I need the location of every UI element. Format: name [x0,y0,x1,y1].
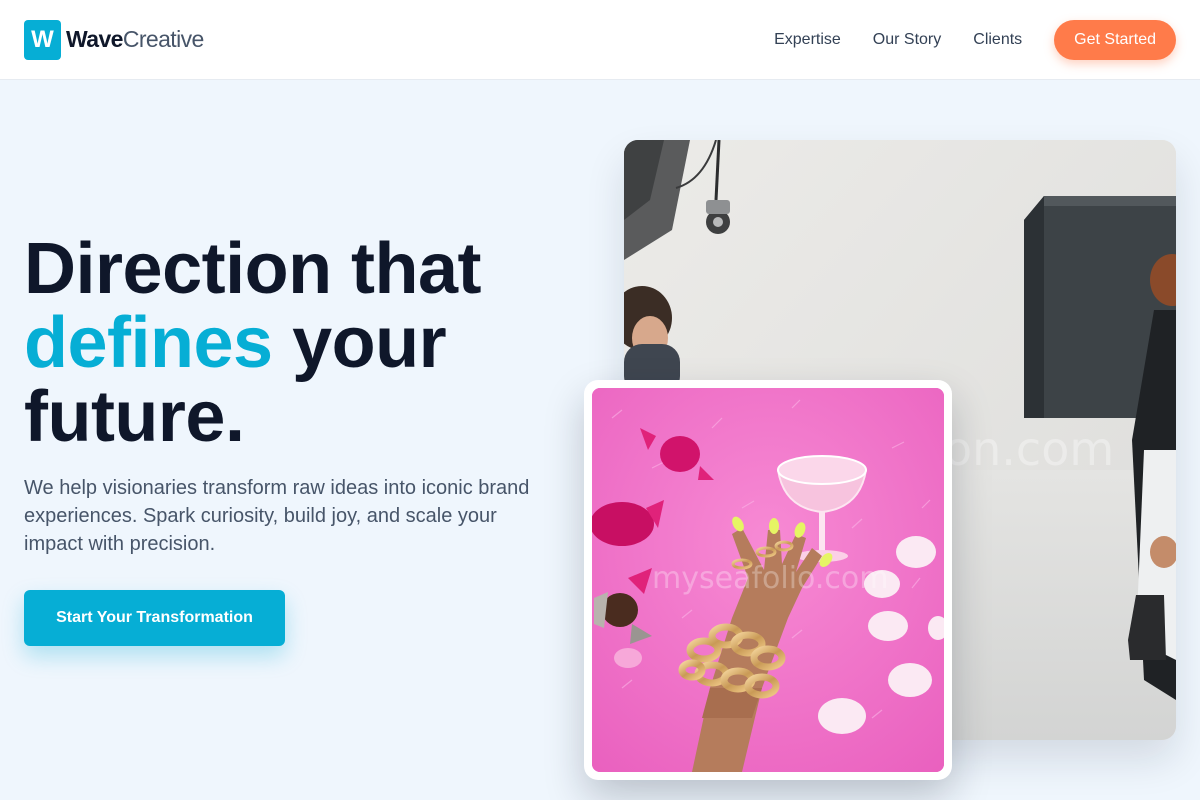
brand-name-bold: Wave [66,26,123,52]
start-transformation-button[interactable]: Start Your Transformation [24,590,285,646]
nav-link-expertise[interactable]: Expertise [774,31,841,49]
hero-title-accent: defines [24,303,273,383]
main-nav: Expertise Our Story Clients Get Started [774,19,1176,60]
svg-text:myseafolio.com: myseafolio.com [652,561,888,596]
hero-title-line3: future. [24,377,245,457]
nav-link-clients[interactable]: Clients [973,31,1022,49]
hero-title-line2-rest: your [272,303,447,383]
hero-description: We help visionaries transform raw ideas … [24,477,530,555]
site-header: W WaveCreative Expertise Our Story Clien… [0,0,1200,80]
brand-name: WaveCreative [66,26,204,53]
brand-name-light: Creative [122,26,204,52]
brand-logo[interactable]: W WaveCreative [24,19,204,60]
hero-title-line1: Direction that [24,229,482,309]
hero-title: Direction that defines your future. [24,232,564,454]
svg-text:on.com: on.com [944,422,1114,476]
get-started-button[interactable]: Get Started [1054,19,1176,60]
feature-photo-pink: myseafolio.com [592,388,944,772]
feature-photo-card: myseafolio.com [584,380,952,780]
nav-link-our-story[interactable]: Our Story [873,31,941,49]
logo-mark: W [24,19,61,60]
